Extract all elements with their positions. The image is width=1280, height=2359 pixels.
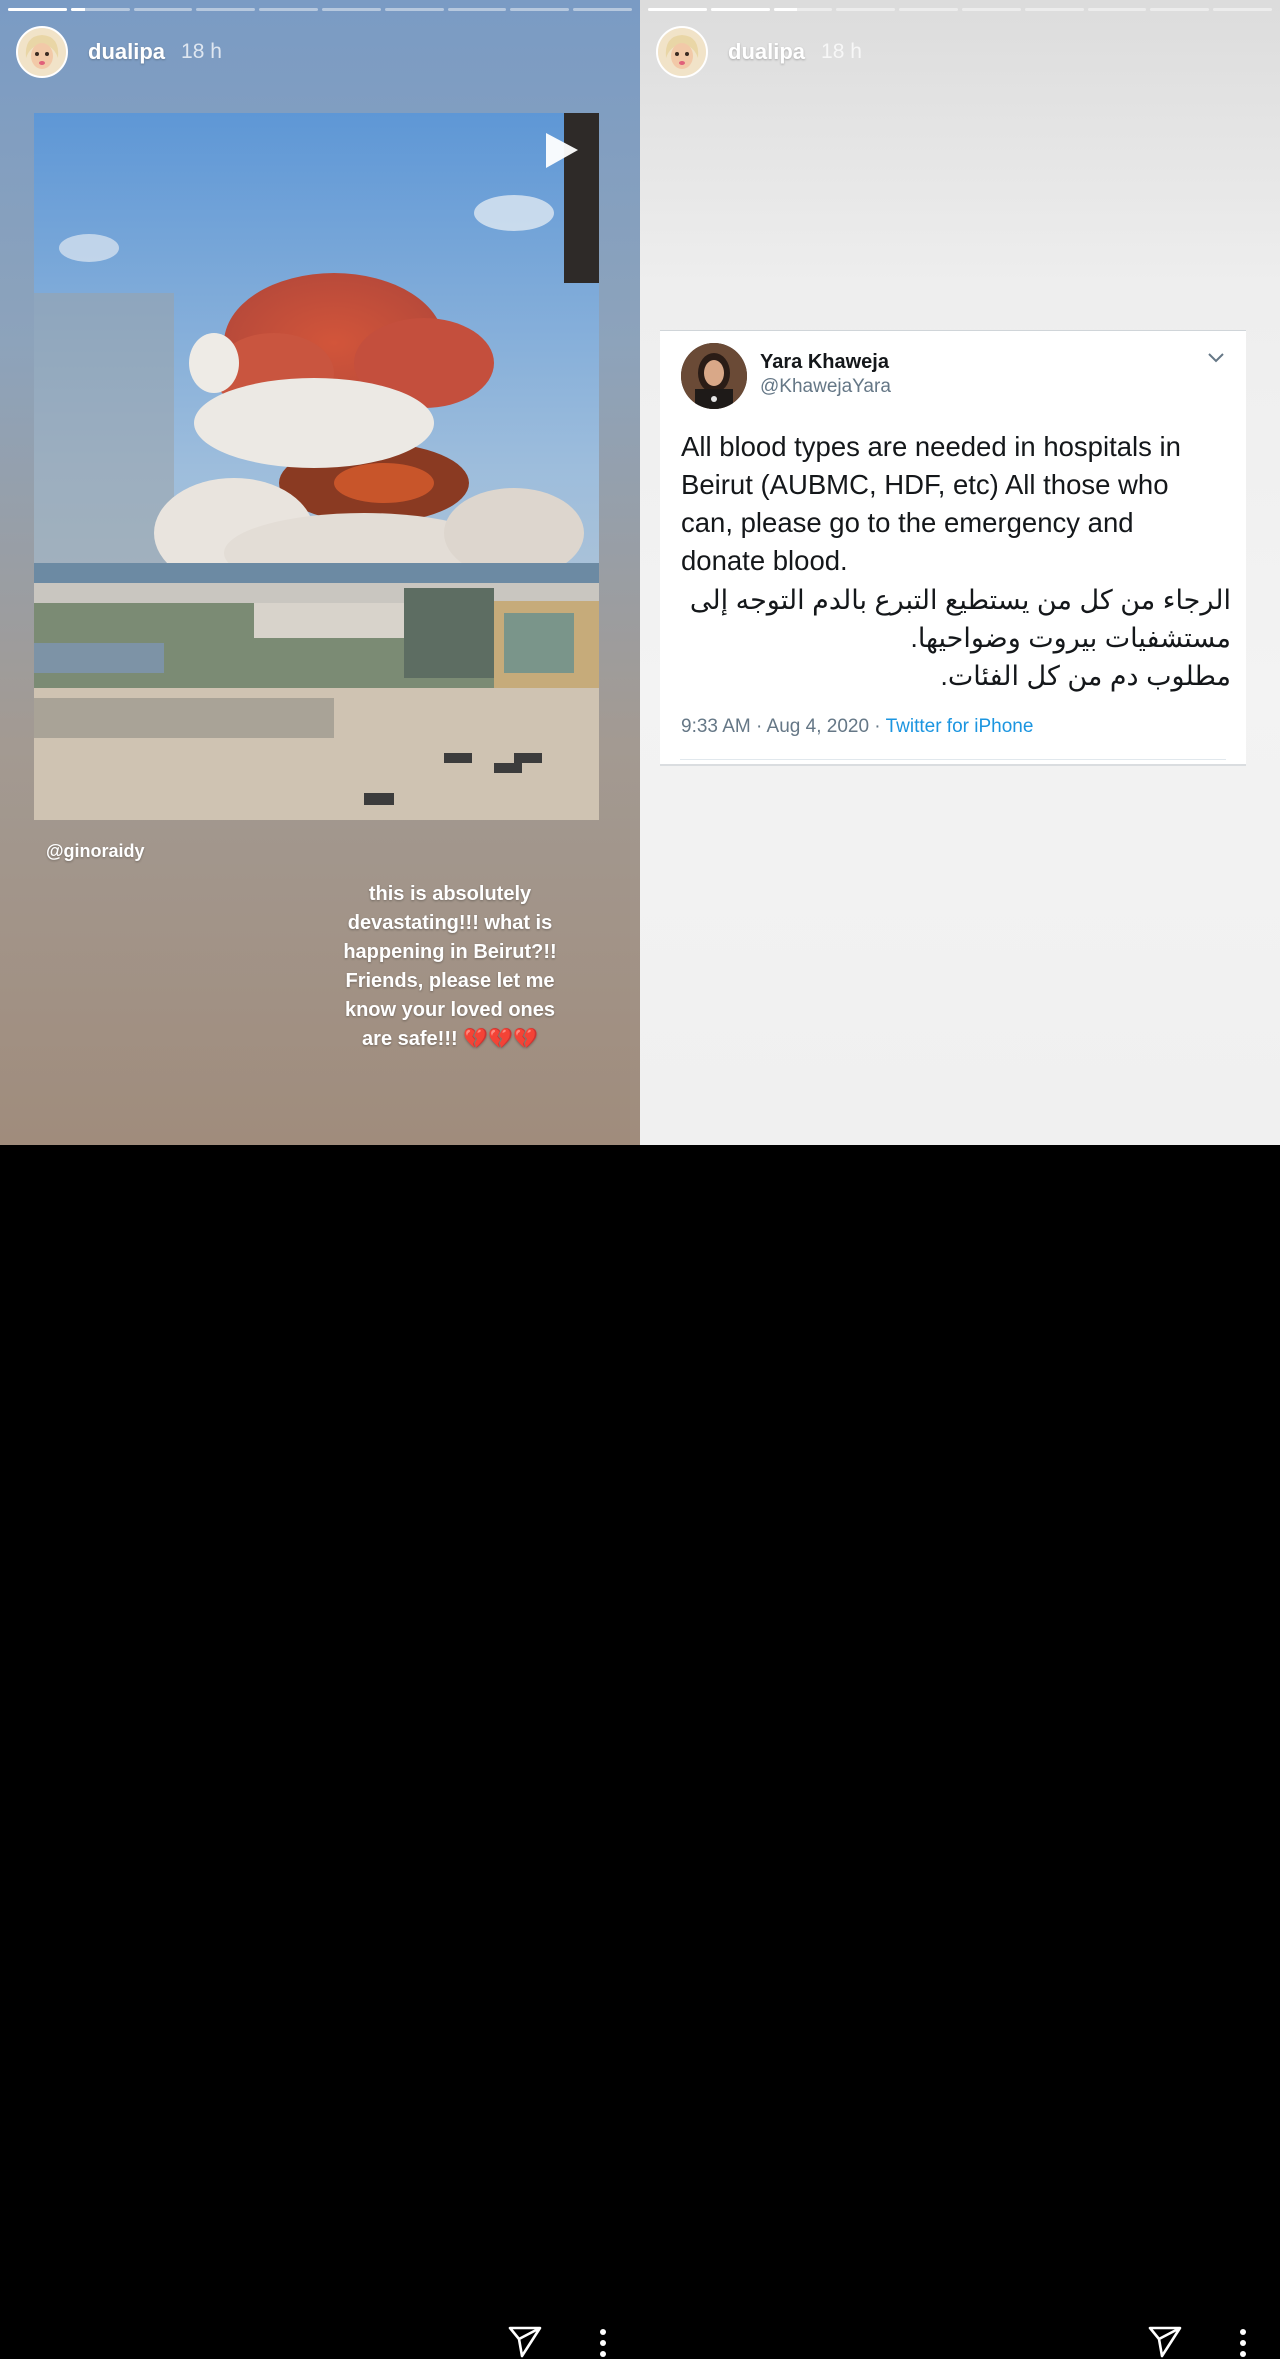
progress-segment (447, 8, 507, 11)
story-caption: this is absolutely devastating!!! what i… (322, 880, 578, 1054)
progress-segment (573, 8, 632, 11)
progress-segment (773, 8, 833, 11)
progress-segment (1150, 8, 1210, 11)
progress-fill (70, 8, 86, 11)
tweet-text: All blood types are needed in hospitals … (681, 428, 1231, 580)
tweet-text-line: can, please go to the emergency and (681, 507, 1134, 538)
post-time: 18 h (181, 40, 222, 63)
progress-segment (710, 8, 770, 11)
caption-line: know your loved ones (344, 999, 556, 1021)
chevron-down-icon[interactable] (1206, 351, 1226, 365)
profile-avatar[interactable] (656, 26, 708, 78)
send-icon[interactable] (1147, 2325, 1183, 2359)
progress-segment (8, 8, 67, 11)
progress-fill (710, 8, 770, 11)
progress-segment (70, 8, 130, 11)
caption-line: this is absolutely (368, 883, 532, 905)
progress-fill (8, 8, 67, 11)
tweet-arabic-line: مطلوب دم من كل الفئات. (940, 661, 1231, 691)
tweet-author-name[interactable]: Yara Khaweja (760, 351, 889, 374)
tweet-meta: 9:33 AM · Aug 4, 2020 · Twitter for iPho… (681, 716, 1033, 738)
progress-segment (1024, 8, 1084, 11)
tweet-text-line: donate blood. (681, 545, 848, 576)
tweet-source-link[interactable]: Twitter for iPhone (886, 716, 1034, 737)
progress-segment (836, 8, 896, 11)
progress-segment (259, 8, 318, 11)
mention-tag[interactable]: @ginoraidy (46, 841, 145, 862)
tweet-text-line: All blood types are needed in hospitals … (681, 431, 1181, 462)
progress-segment (648, 8, 707, 11)
progress-fill (648, 8, 707, 11)
progress-fill (773, 8, 798, 11)
story-footer (0, 1145, 1280, 2358)
tweet-arabic-line: مستشفيات بيروت وضواحيها. (910, 623, 1231, 653)
username[interactable]: dualipa (88, 39, 165, 65)
progress-segment (321, 8, 381, 11)
tweet-arabic-text: الرجاء من كل من يستطيع التبرع بالدم التو… (681, 581, 1231, 695)
tweet-timestamp: 9:33 AM · Aug 4, 2020 · (681, 716, 886, 737)
progress-segment (899, 8, 958, 11)
story-panel-left[interactable]: dualipa 18 h @ginoraidy this is absolute… (0, 0, 640, 1145)
story-header: dualipa 18 h (656, 26, 862, 78)
tweet-arabic-line: الرجاء من كل من يستطيع التبرع بالدم التو… (689, 585, 1231, 615)
progress-segment (1087, 8, 1147, 11)
caption-line: devastating!!! what is (347, 912, 553, 934)
profile-avatar[interactable] (16, 26, 68, 78)
story-video[interactable] (34, 113, 599, 820)
story-panel-right[interactable]: dualipa 18 h Yara Khaweja @KhawejaYara A… (640, 0, 1280, 1145)
caption-text: are safe!!! (362, 1028, 458, 1050)
more-options-icon[interactable] (1239, 2328, 1247, 2358)
tweet-text-line: Beirut (AUBMC, HDF, etc) All those who (681, 469, 1169, 500)
story-progress-bar (648, 8, 1272, 11)
send-icon[interactable] (507, 2325, 543, 2359)
progress-segment (961, 8, 1021, 11)
broken-heart-emoji: 💔💔💔 (463, 1028, 538, 1050)
story-header: dualipa 18 h (16, 26, 222, 78)
caption-line: happening in Beirut?!! (343, 941, 557, 963)
username[interactable]: dualipa (728, 39, 805, 65)
divider (680, 759, 1226, 760)
progress-segment (196, 8, 256, 11)
tweet-card: Yara Khaweja @KhawejaYara All blood type… (660, 330, 1246, 766)
progress-segment (133, 8, 193, 11)
progress-segment (510, 8, 570, 11)
more-options-icon[interactable] (599, 2328, 607, 2358)
post-time: 18 h (821, 40, 862, 63)
tweet-author-handle[interactable]: @KhawejaYara (760, 376, 891, 398)
story-progress-bar (8, 8, 632, 11)
progress-segment (1213, 8, 1272, 11)
progress-segment (384, 8, 444, 11)
tweet-author-avatar[interactable] (681, 343, 747, 409)
caption-line-last: are safe!!! 💔💔💔 (322, 1025, 578, 1054)
caption-line: Friends, please let me (345, 970, 555, 992)
